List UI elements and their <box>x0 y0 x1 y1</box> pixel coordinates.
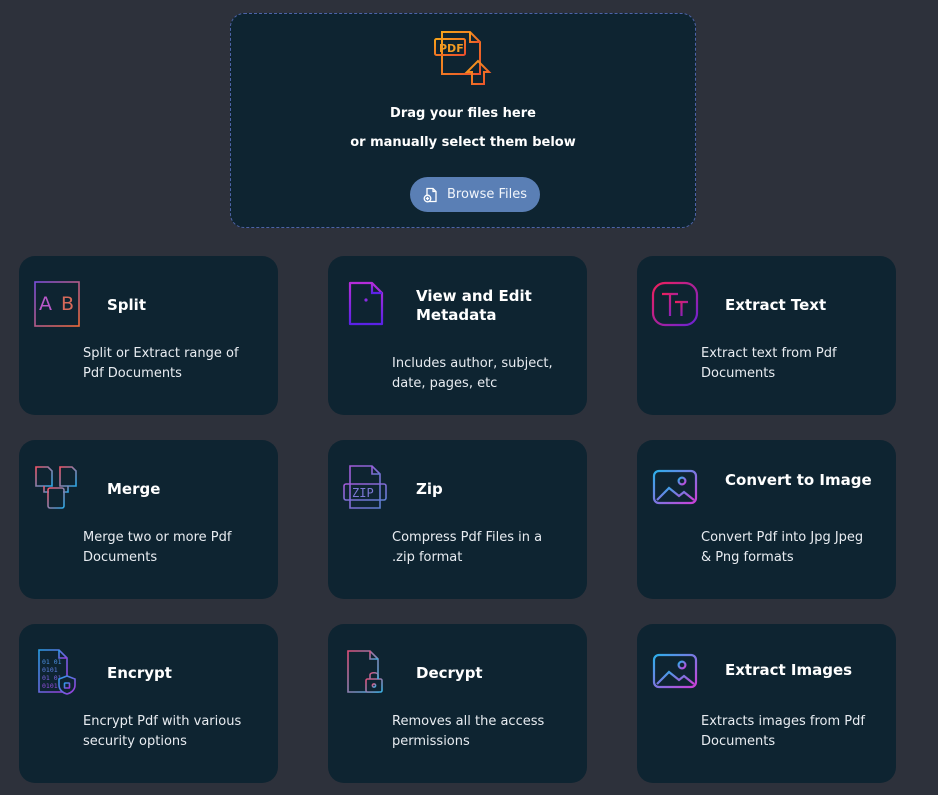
tool-desc-encrypt: Encrypt Pdf with various security option… <box>83 714 242 749</box>
merge-files-icon <box>35 466 77 509</box>
document-lock-icon <box>347 650 383 693</box>
tool-card-merge[interactable]: Merge Merge two or more Pdf Documents <box>19 440 278 599</box>
tool-title-encrypt: Encrypt <box>107 664 172 682</box>
binary-file-shield-icon: 01 01 0101 01 01 0101 <box>38 649 76 695</box>
dropzone-title: Drag your files here <box>390 106 536 121</box>
dropzone-subtitle: or manually select them below <box>350 135 576 150</box>
tool-title-zip: Zip <box>416 480 443 498</box>
svg-text:B: B <box>61 293 74 315</box>
svg-text:0101: 0101 <box>42 682 58 690</box>
tool-desc-split: Split or Extract range of Pdf Documents <box>83 346 239 381</box>
svg-text:PDF: PDF <box>439 42 464 55</box>
tool-card-metadata[interactable]: View and Edit Metadata Includes author, … <box>328 256 587 415</box>
svg-text:A: A <box>39 293 52 315</box>
browse-files-label: Browse Files <box>447 187 527 202</box>
image-icon <box>652 653 698 689</box>
text-tt-icon <box>651 281 699 327</box>
tool-title-extract-images: Extract Images <box>725 661 853 679</box>
svg-text:ZIP: ZIP <box>352 486 374 500</box>
info-document-icon <box>348 281 384 326</box>
tool-card-extract-text[interactable]: Extract Text Extract text from Pdf Docum… <box>637 256 896 415</box>
tool-title-split: Split <box>107 296 146 314</box>
tool-card-encrypt[interactable]: 01 01 0101 01 01 0101 Encrypt Encrypt Pd… <box>19 624 278 783</box>
svg-text:0101: 0101 <box>42 666 58 674</box>
tool-card-zip[interactable]: ZIP Zip Compress Pdf Files in a .zip for… <box>328 440 587 599</box>
split-ab-icon: A B <box>34 281 80 327</box>
tool-desc-zip: Compress Pdf Files in a .zip format <box>392 530 543 565</box>
tool-title-metadata: View and Edit Metadata <box>416 287 532 324</box>
file-add-icon <box>423 187 437 202</box>
zip-file-icon: ZIP <box>343 465 387 509</box>
tool-card-extract-images[interactable]: Extract Images Extracts images from Pdf … <box>637 624 896 783</box>
tool-desc-extract-text: Extract text from Pdf Documents <box>701 346 837 381</box>
tool-desc-decrypt: Removes all the access permissions <box>392 714 545 749</box>
tool-title-extract-text: Extract Text <box>725 296 827 314</box>
svg-text:01 01: 01 01 <box>42 658 62 666</box>
tool-card-decrypt[interactable]: Decrypt Removes all the access permissio… <box>328 624 587 783</box>
pdf-tools-page: PDF Drag your files here or manually sel… <box>0 0 938 795</box>
tool-card-convert-image[interactable]: Convert to Image Convert Pdf into Jpg Jp… <box>637 440 896 599</box>
tool-title-merge: Merge <box>107 480 161 498</box>
tool-desc-metadata: Includes author, subject, date, pages, e… <box>392 356 553 391</box>
pdf-upload-icon: PDF <box>434 31 492 85</box>
tool-desc-extract-images: Extracts images from Pdf Documents <box>701 714 865 749</box>
tool-title-convert-image: Convert to Image <box>725 471 872 489</box>
tool-desc-merge: Merge two or more Pdf Documents <box>83 530 232 565</box>
image-icon <box>652 469 698 505</box>
file-dropzone[interactable]: PDF Drag your files here or manually sel… <box>230 13 696 228</box>
browse-files-button[interactable]: Browse Files <box>410 177 540 212</box>
tool-desc-convert-image: Convert Pdf into Jpg Jpeg & Png formats <box>701 530 864 565</box>
tool-card-split[interactable]: A B Split Split or Extract range of Pdf … <box>19 256 278 415</box>
tool-title-decrypt: Decrypt <box>416 664 483 682</box>
